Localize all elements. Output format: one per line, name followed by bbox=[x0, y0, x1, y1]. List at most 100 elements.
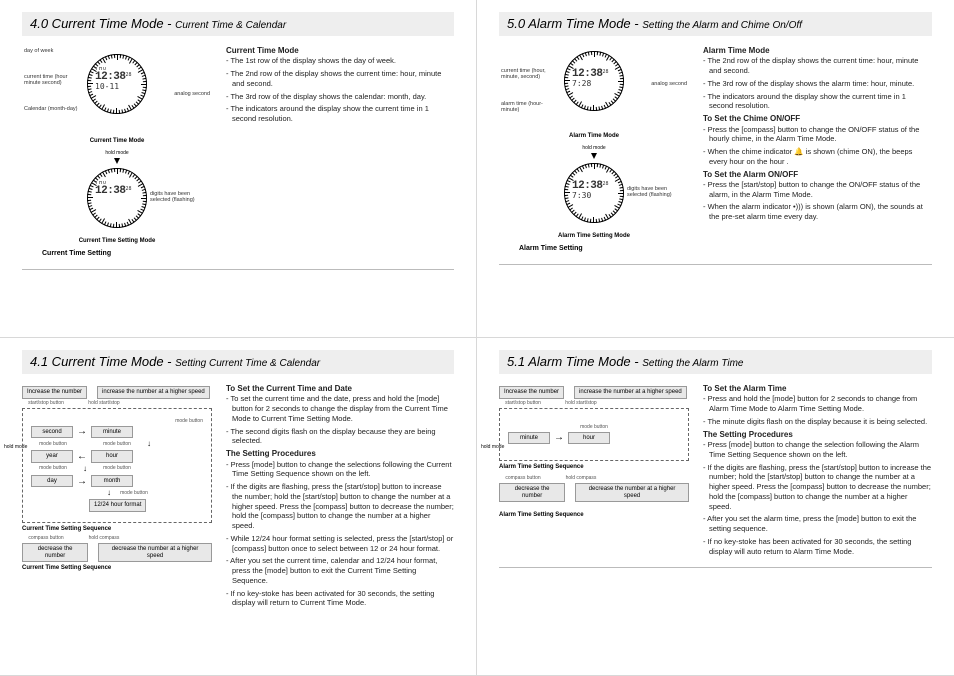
seq-1224: 12/24 hour format bbox=[89, 499, 146, 512]
label-time: current time (hour minute second) bbox=[24, 74, 84, 86]
seq-caption: Current Time Setting Sequence bbox=[22, 526, 212, 532]
section-title: 5.0 Alarm Time Mode - Setting the Alarm … bbox=[499, 12, 932, 36]
seq-hour: hour bbox=[568, 432, 610, 445]
title-main: 4.1 Current Time Mode - bbox=[30, 354, 175, 369]
watch-dial-icon: THU 12:3828 10-11 bbox=[87, 54, 147, 114]
bullet: Press [mode] button to change the select… bbox=[703, 440, 932, 460]
box-increase-fast: increase the number at a higher speed bbox=[97, 386, 210, 399]
hold-mode-label: hold mode bbox=[499, 145, 689, 151]
heading: To Set the Alarm Time bbox=[703, 384, 786, 393]
watch-dial-2-icon: THU 12:3828 bbox=[87, 168, 147, 228]
bullet: When the alarm indicator •))) is shown (… bbox=[703, 202, 932, 222]
caption-3: Alarm Time Setting bbox=[519, 245, 689, 252]
heading: To Set the Current Time and Date bbox=[226, 384, 352, 393]
sequence-box: mode button second → minute mode button mod… bbox=[22, 408, 212, 523]
box-decrease-fast: decrease the number at a higher speed bbox=[98, 543, 212, 562]
heading: The Setting Procedures bbox=[703, 430, 793, 439]
bullet: The minute digits flash on the display b… bbox=[703, 417, 932, 427]
holdcomp-lbl: hold compass bbox=[557, 476, 605, 481]
label-analog: analog second bbox=[174, 91, 210, 97]
bullet: The 2nd row of the display shows the cur… bbox=[703, 56, 932, 76]
section-4-0: 4.0 Current Time Mode - Current Time & C… bbox=[0, 0, 477, 338]
bullet: If the digits are flashing, press the [s… bbox=[226, 482, 454, 531]
label-calendar: Calendar (month-day) bbox=[24, 106, 78, 112]
title-main: 4.0 Current Time Mode - bbox=[30, 16, 175, 31]
bullet: Press the [compass] button to change the… bbox=[703, 125, 932, 145]
section-title: 4.1 Current Time Mode - Setting Current … bbox=[22, 350, 454, 374]
footer-rule bbox=[499, 567, 932, 568]
footer-rule bbox=[499, 264, 932, 265]
label-day: day of week bbox=[24, 48, 53, 54]
title-main: 5.1 Alarm Time Mode - bbox=[507, 354, 642, 369]
mb-lbl: mode button bbox=[31, 419, 203, 424]
bullet: Press [mode] button to change the select… bbox=[226, 460, 454, 480]
bullet: After you set the current time, calendar… bbox=[226, 556, 454, 585]
compass-lbl: compass button bbox=[22, 536, 70, 541]
compass-lbl: compass button bbox=[499, 476, 547, 481]
startstop-lbl: start/stop button bbox=[499, 401, 547, 406]
left-arrow-icon: ← bbox=[77, 451, 87, 462]
right-arrow-icon: → bbox=[77, 426, 87, 437]
caption-2: Alarm Time Setting Mode bbox=[499, 233, 689, 239]
mb-lbl: mode button bbox=[31, 442, 75, 447]
holdss-lbl: hold start/stop bbox=[557, 401, 605, 406]
bullet: Press the [start/stop] button to change … bbox=[703, 180, 932, 200]
bullet: The second digits flash on the display b… bbox=[226, 427, 454, 447]
mb-lbl: mode button bbox=[119, 491, 149, 496]
startstop-lbl: start/stop button bbox=[22, 401, 70, 406]
right-arrow-icon: → bbox=[554, 432, 564, 443]
bullet: If no key-stoke has been activated for 3… bbox=[226, 589, 454, 609]
seq-hour: hour bbox=[91, 450, 133, 463]
title-main: 5.0 Alarm Time Mode - bbox=[507, 16, 642, 31]
seq-caption: Alarm Time Setting Sequence bbox=[499, 464, 689, 470]
bullet: To set the current time and the date, pr… bbox=[226, 394, 454, 423]
bullet: If no key-stoke has been activated for 3… bbox=[703, 537, 932, 557]
heading: Alarm Time Mode bbox=[703, 46, 770, 55]
heading: Current Time Mode bbox=[226, 46, 299, 55]
caption-2: Current Time Setting Mode bbox=[22, 238, 212, 244]
hold-mode-label: hold mode bbox=[22, 150, 212, 156]
bullet: The 3rd row of the display shows the ala… bbox=[703, 79, 932, 89]
box-decrease: decrease the number bbox=[22, 543, 88, 562]
box-increase: Increase the number bbox=[22, 386, 87, 399]
heading: The Setting Procedures bbox=[226, 449, 316, 458]
bullet: While 12/24 hour format setting is selec… bbox=[226, 534, 454, 554]
section-5-0: 5.0 Alarm Time Mode - Setting the Alarm … bbox=[477, 0, 954, 338]
bullet: The 1st row of the display shows the day… bbox=[226, 56, 454, 66]
caption-3: Current Time Setting bbox=[42, 250, 212, 257]
down-arrow-icon: ↓ bbox=[99, 489, 119, 497]
title-sub: Setting Current Time & Calendar bbox=[175, 358, 320, 369]
title-sub: Setting the Alarm and Chime On/Off bbox=[642, 20, 802, 31]
box-increase: Increase the number bbox=[499, 386, 564, 399]
box-decrease-fast: decrease the number at a higher speed bbox=[575, 483, 689, 502]
bullet: If the digits are flashing, press the [s… bbox=[703, 463, 932, 512]
mb-lbl: mode button bbox=[95, 442, 139, 447]
title-sub: Setting the Alarm Time bbox=[642, 358, 743, 369]
down-arrow-icon bbox=[114, 158, 120, 164]
bullet: Press and hold the [mode] button for 2 s… bbox=[703, 394, 932, 414]
label-analog: analog second bbox=[651, 81, 687, 87]
heading: To Set the Chime ON/OFF bbox=[703, 114, 800, 123]
mb-lbl: mode button bbox=[95, 466, 139, 471]
section-5-1: 5.1 Alarm Time Mode - Setting the Alarm … bbox=[477, 338, 954, 676]
watch-dial-icon: 12:3828 7:28 bbox=[564, 51, 624, 111]
bullet: After you set the alarm time, press the … bbox=[703, 514, 932, 534]
seq-caption-2: Alarm Time Setting Sequence bbox=[499, 512, 689, 518]
bullet: The 3rd row of the display shows the cal… bbox=[226, 92, 454, 102]
footer-rule bbox=[22, 269, 454, 270]
down-arrow-icon: ↓ bbox=[75, 465, 95, 473]
watch-dial-2-icon: 12:3828 7:30 bbox=[564, 163, 624, 223]
seq-minute: minute bbox=[91, 426, 133, 439]
mb-lbl: mode button bbox=[508, 425, 680, 430]
seq-second: second bbox=[31, 426, 73, 439]
holdss-lbl: hold start/stop bbox=[80, 401, 128, 406]
label-digits: digits have been selected (flashing) bbox=[150, 191, 210, 203]
caption-1: Alarm Time Mode bbox=[499, 133, 689, 139]
seq-minute: minute bbox=[508, 432, 550, 445]
section-title: 5.1 Alarm Time Mode - Setting the Alarm … bbox=[499, 350, 932, 374]
bullet: The indicators around the display show t… bbox=[226, 104, 454, 124]
caption-1: Current Time Mode bbox=[22, 138, 212, 144]
down-arrow-icon: ↓ bbox=[139, 440, 159, 448]
section-4-1: 4.1 Current Time Mode - Setting Current … bbox=[0, 338, 477, 676]
bullet: The 2nd row of the display shows the cur… bbox=[226, 69, 454, 89]
